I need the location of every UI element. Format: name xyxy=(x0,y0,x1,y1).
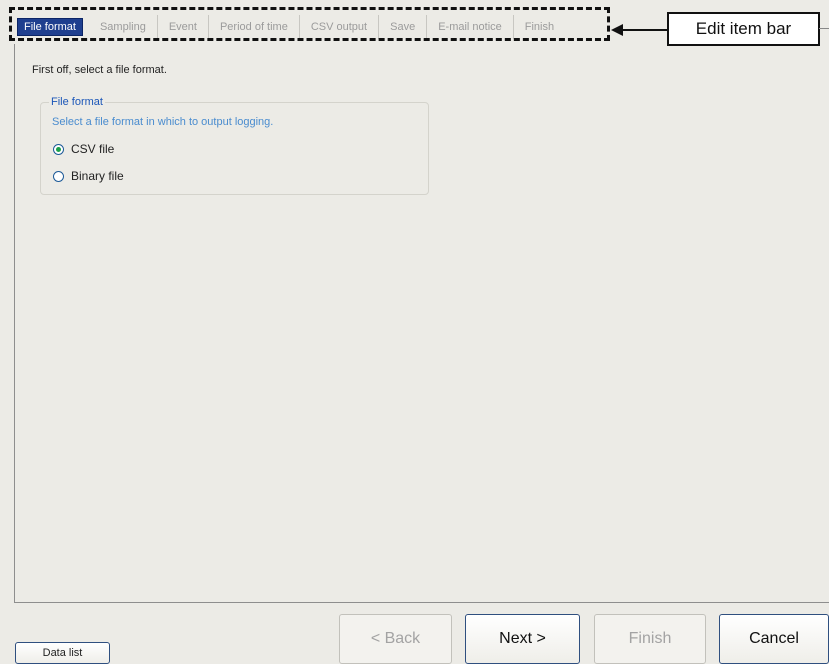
callout-label: Edit item bar xyxy=(667,12,820,46)
csv-file-label: CSV file xyxy=(71,142,115,156)
callout-label-text: Edit item bar xyxy=(695,19,792,38)
binary-file-radio[interactable] xyxy=(53,170,64,182)
csv-file-radio[interactable] xyxy=(53,143,64,155)
data-list-button[interactable]: Data list xyxy=(15,642,110,664)
csv-file-option[interactable]: CSV file xyxy=(53,142,114,156)
tab-event[interactable]: Event xyxy=(158,15,209,39)
intro-text: First off, select a file format. xyxy=(32,64,167,76)
tab-email-notice[interactable]: E-mail notice xyxy=(427,15,514,39)
tab-csv-output[interactable]: CSV output xyxy=(300,15,380,39)
tab-file-format[interactable]: File format xyxy=(17,18,83,36)
file-format-group-legend: File format xyxy=(49,96,105,108)
edit-item-bar: File format Sampling Event Period of tim… xyxy=(14,15,566,39)
callout-arrow-icon xyxy=(611,24,667,36)
binary-file-option[interactable]: Binary file xyxy=(53,169,124,183)
tab-period-of-time[interactable]: Period of time xyxy=(209,15,300,39)
wizard-window: File format Sampling Event Period of tim… xyxy=(0,0,829,664)
back-button[interactable]: < Back xyxy=(339,614,452,664)
tab-finish[interactable]: Finish xyxy=(514,15,565,39)
file-format-description: Select a file format in which to output … xyxy=(52,116,274,128)
finish-button[interactable]: Finish xyxy=(594,614,706,664)
binary-file-label: Binary file xyxy=(71,169,124,183)
cancel-button[interactable]: Cancel xyxy=(719,614,829,664)
next-button[interactable]: Next > xyxy=(465,614,580,664)
tab-sampling[interactable]: Sampling xyxy=(89,15,158,39)
tab-save[interactable]: Save xyxy=(379,15,428,39)
window-edge-line xyxy=(819,28,829,29)
